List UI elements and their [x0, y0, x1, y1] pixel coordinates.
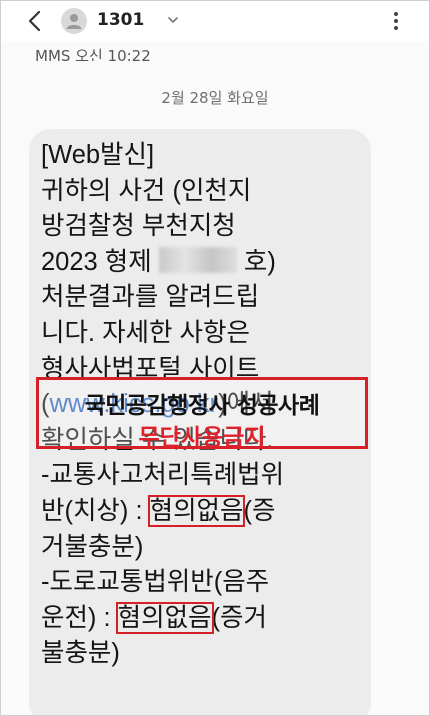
contact-number[interactable]: 1301	[97, 10, 144, 30]
watermark-overlay: 국민공감행정사 성공사례 무단사용금지	[36, 377, 368, 451]
message-type-status: MMS 오신 10:22	[35, 47, 151, 61]
msg-line: 거불충분)	[41, 532, 144, 561]
watermark-warning: 무단사용금지	[138, 425, 266, 451]
msg-line: (증	[243, 496, 276, 525]
msg-line: 처분결과를 알려드립	[41, 283, 260, 312]
contact-avatar[interactable]	[61, 8, 87, 34]
more-options-icon[interactable]	[387, 9, 405, 33]
msg-line: -도로교통법위반(음주	[41, 568, 270, 597]
msg-line: (증거	[211, 603, 267, 632]
msg-line: 니다. 자세한 사항은	[41, 318, 250, 347]
conversation-header: 1301	[1, 1, 429, 41]
chevron-down-icon[interactable]	[167, 14, 179, 26]
sms-conversation-screen: 1301 MMS 오신 10:22 2월 28일 화요일 [Web발신] 귀하의…	[0, 0, 430, 716]
msg-line: 귀하의 사건 (인천지	[41, 176, 252, 205]
person-icon	[66, 14, 82, 29]
verdict-highlight: 혐의없음	[147, 494, 246, 527]
back-arrow-icon[interactable]	[23, 8, 49, 34]
watermark-title: 국민공감행정사 성공사례	[84, 393, 320, 419]
msg-line: -교통사고처리특례법위	[41, 461, 285, 490]
msg-line: [Web발신]	[41, 141, 155, 169]
msg-line: 호)	[236, 247, 276, 276]
msg-line: 불충분)	[41, 639, 120, 668]
msg-line: 방검찰청 부천지청	[41, 212, 236, 241]
case-number-redaction	[158, 246, 237, 273]
date-separator: 2월 28일 화요일	[161, 89, 269, 107]
msg-line: 운전) :	[41, 603, 118, 632]
verdict-highlight: 혐의없음	[115, 601, 214, 634]
msg-line: 반(치상) :	[41, 496, 150, 525]
msg-line: 2023 형제	[41, 247, 159, 276]
